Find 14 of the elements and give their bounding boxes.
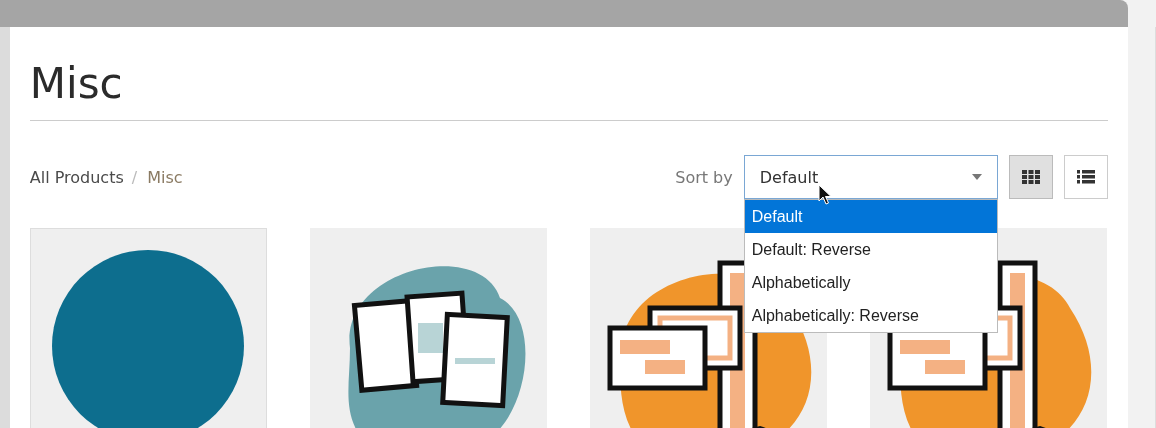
caret-icon bbox=[971, 174, 982, 180]
list-view-button[interactable] bbox=[1063, 155, 1108, 199]
sort-label: Sort by bbox=[675, 167, 733, 187]
grid-icon bbox=[1021, 170, 1040, 184]
breadcrumb-separator: / bbox=[131, 167, 138, 187]
breadcrumb-item[interactable]: All Products bbox=[29, 167, 124, 187]
grid-view-button[interactable] bbox=[1008, 155, 1053, 199]
sort-option[interactable]: Alphabetically bbox=[744, 266, 997, 299]
sort-option[interactable]: Default bbox=[744, 200, 997, 233]
sort-option[interactable]: Alphabetically: Reverse bbox=[744, 299, 997, 332]
breadcrumb-item: Misc bbox=[147, 167, 183, 187]
sort-option[interactable]: Default: Reverse bbox=[744, 233, 997, 266]
list-icon bbox=[1076, 170, 1095, 184]
page-title: Misc bbox=[29, 58, 124, 110]
